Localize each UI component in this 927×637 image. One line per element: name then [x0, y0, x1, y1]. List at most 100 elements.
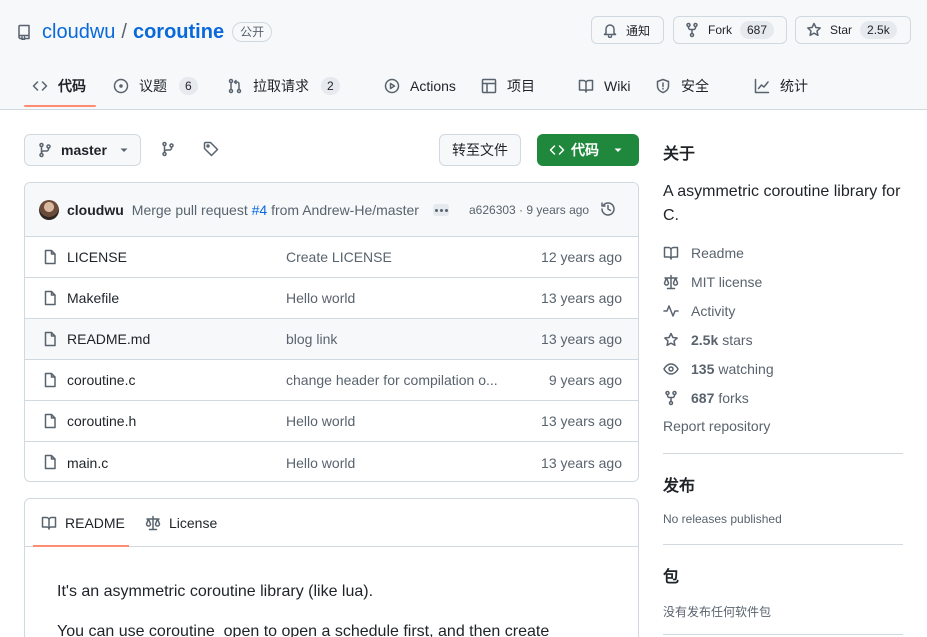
tab-actions[interactable]: Actions: [384, 64, 456, 108]
readme-panel: README License It's an asymmetric corout…: [24, 498, 639, 637]
commit-message[interactable]: Merge pull request #4 from Andrew-He/mas…: [132, 202, 419, 218]
tab-issues[interactable]: 议题 6: [113, 64, 198, 108]
file-icon: [42, 331, 58, 347]
star-count-badge: 2.5k: [860, 21, 897, 39]
file-commit-message[interactable]: Create LICENSE: [286, 249, 504, 265]
packages-heading[interactable]: 包: [663, 563, 679, 587]
file-name-link[interactable]: README.md: [67, 331, 150, 347]
fork-icon: [684, 22, 708, 38]
fork-icon: [663, 390, 691, 406]
chevron-down-icon: [613, 145, 623, 155]
book-icon: [41, 515, 65, 531]
tab-code[interactable]: 代码: [32, 64, 86, 108]
git-branch-icon: [160, 141, 176, 157]
activity-link[interactable]: Activity: [663, 301, 735, 321]
tab-actions-label: Actions: [410, 78, 456, 94]
file-row[interactable]: README.md blog link 13 years ago: [25, 319, 638, 360]
tab-license[interactable]: License: [145, 499, 217, 547]
repo-title: cloudwu / coroutine 公开: [16, 18, 273, 46]
file-row[interactable]: coroutine.c change header for compilatio…: [25, 360, 638, 401]
tab-insights[interactable]: 统计: [754, 64, 808, 108]
releases-empty-text: No releases published: [663, 512, 782, 526]
forks-link[interactable]: 687 forks: [663, 388, 749, 408]
tab-security[interactable]: 安全: [655, 64, 709, 108]
forks-count: 687: [691, 390, 715, 406]
issue-icon: [113, 78, 139, 94]
tab-readme-label: README: [65, 515, 125, 531]
sidebar-divider: [663, 634, 903, 635]
avatar[interactable]: [39, 199, 59, 220]
stars-link[interactable]: 2.5k stars: [663, 330, 753, 350]
notifications-button[interactable]: 通知: [591, 16, 664, 44]
notifications-label: 通知: [626, 23, 651, 38]
stars-label: stars: [722, 332, 753, 348]
tab-wiki-label: Wiki: [604, 78, 631, 94]
commit-message-prefix: Merge pull request: [131, 201, 252, 218]
license-link-label: MIT license: [691, 274, 763, 290]
releases-heading[interactable]: 发布: [663, 472, 695, 496]
repo-owner-link[interactable]: cloudwu: [42, 21, 115, 44]
file-commit-message[interactable]: Hello world: [286, 290, 504, 306]
report-repository-link[interactable]: Report repository: [663, 418, 770, 434]
fork-button[interactable]: Fork 687: [673, 16, 787, 44]
tab-readme[interactable]: README: [41, 499, 125, 547]
file-row[interactable]: main.c Hello world 13 years ago: [25, 442, 638, 481]
star-button[interactable]: Star 2.5k: [795, 16, 911, 44]
file-icon: [42, 454, 58, 470]
go-to-file-button[interactable]: 转至文件: [439, 134, 521, 166]
license-link[interactable]: MIT license: [663, 272, 762, 292]
tag-icon: [203, 141, 219, 157]
packages-empty-text: 没有发布任何软件包: [663, 605, 772, 619]
play-icon: [384, 78, 410, 94]
sidebar-divider: [663, 453, 903, 454]
fork-count-badge: 687: [740, 21, 775, 39]
tab-pull-requests-count: 2: [321, 77, 340, 95]
file-name-link[interactable]: Makefile: [67, 290, 119, 306]
code-dropdown-button[interactable]: 代码: [537, 134, 639, 166]
star-label: Star: [830, 23, 853, 37]
history-icon[interactable]: [600, 201, 616, 217]
commit-sha-time[interactable]: a626303 · 9 years ago: [469, 203, 589, 217]
table-icon: [481, 78, 507, 94]
file-commit-message[interactable]: Hello world: [286, 413, 504, 429]
star-icon: [806, 22, 830, 38]
active-tab-underline: [24, 105, 96, 107]
tab-projects-label: 项目: [507, 78, 535, 94]
branches-button[interactable]: [160, 141, 176, 157]
readme-paragraph: You can use coroutine_open to open a sch…: [57, 623, 550, 637]
file-commit-message[interactable]: blog link: [286, 331, 504, 347]
tab-pull-requests-label: 拉取请求: [253, 78, 309, 94]
code-icon: [549, 142, 571, 158]
commit-author-link[interactable]: cloudwu: [67, 202, 124, 218]
star-icon: [663, 332, 691, 348]
file-age: 12 years ago: [541, 249, 622, 265]
commit-details-toggle[interactable]: [433, 204, 449, 216]
activity-link-label: Activity: [691, 303, 736, 319]
file-name-link[interactable]: main.c: [67, 455, 108, 471]
file-name-link[interactable]: coroutine.h: [67, 413, 136, 429]
repo-header: cloudwu / coroutine 公开 通知 Fork 687 Star …: [0, 0, 927, 110]
file-age: 13 years ago: [541, 290, 622, 306]
eye-icon: [663, 361, 691, 377]
file-commit-message[interactable]: change header for compilation o...: [286, 372, 504, 388]
branch-select-button[interactable]: master: [24, 134, 141, 166]
file-commit-message[interactable]: Hello world: [286, 455, 504, 471]
tags-button[interactable]: [203, 141, 219, 157]
about-description: A asymmetric coroutine library for C.: [663, 183, 901, 224]
file-name-link[interactable]: coroutine.c: [67, 372, 135, 388]
active-tab-underline: [33, 545, 129, 547]
tab-wiki[interactable]: Wiki: [578, 64, 630, 108]
tab-insights-label: 统计: [780, 78, 808, 94]
watching-link[interactable]: 135 watching: [663, 359, 774, 379]
readme-link[interactable]: Readme: [663, 243, 744, 263]
file-row[interactable]: coroutine.h Hello world 13 years ago: [25, 401, 638, 442]
tab-pull-requests[interactable]: 拉取请求 2: [227, 64, 340, 108]
readme-link-label: Readme: [691, 245, 744, 261]
pull-request-link[interactable]: #4: [252, 202, 268, 218]
file-row[interactable]: Makefile Hello world 13 years ago: [25, 278, 638, 319]
repo-name-link[interactable]: coroutine: [133, 21, 224, 44]
chevron-down-icon: [119, 145, 129, 155]
file-row[interactable]: LICENSE Create LICENSE 12 years ago: [25, 237, 638, 278]
tab-projects[interactable]: 项目: [481, 64, 535, 108]
file-name-link[interactable]: LICENSE: [67, 249, 127, 265]
